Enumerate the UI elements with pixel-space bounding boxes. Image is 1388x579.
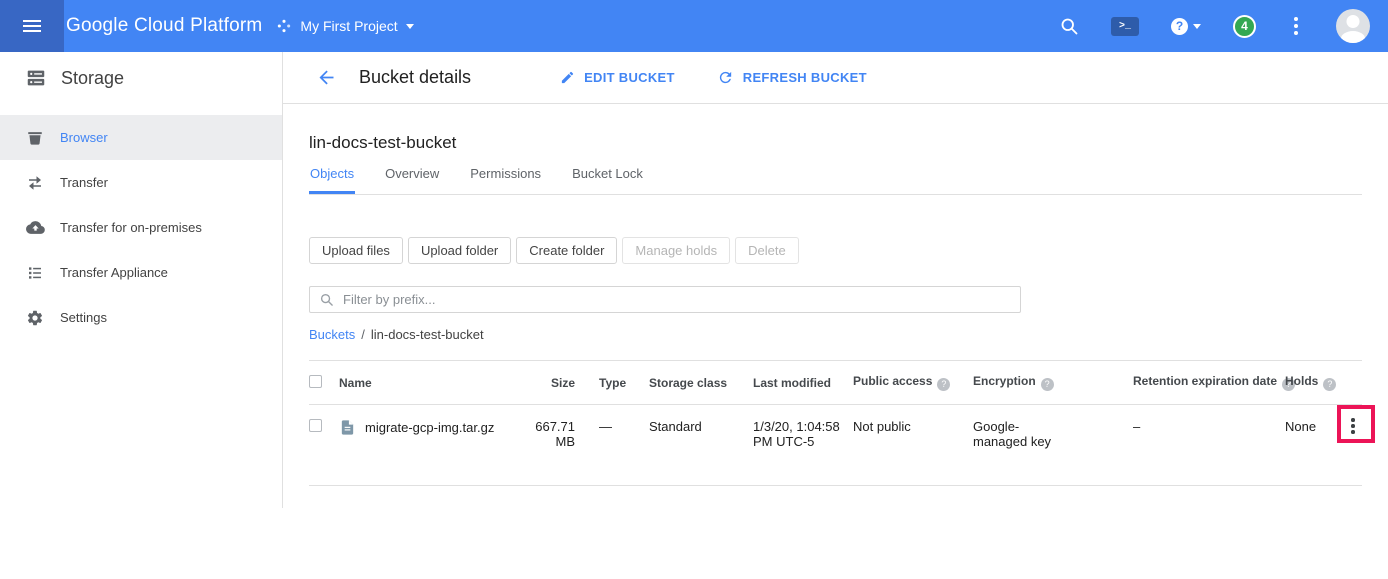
cloud-upload-icon xyxy=(25,218,45,237)
notifications-badge[interactable]: 4 xyxy=(1233,15,1256,38)
sidebar: Storage Browser Transfer xyxy=(0,52,283,508)
project-selector[interactable]: My First Project xyxy=(276,18,413,34)
top-bar: Google Cloud Platform My First Project 4 xyxy=(0,0,1388,52)
tab-permissions[interactable]: Permissions xyxy=(469,166,542,194)
bucket-name: lin-docs-test-bucket xyxy=(309,133,1362,153)
sidebar-item-browser[interactable]: Browser xyxy=(0,115,282,160)
sidebar-title: Storage xyxy=(61,68,124,89)
help-icon[interactable] xyxy=(1323,378,1336,391)
tab-overview[interactable]: Overview xyxy=(384,166,440,194)
sidebar-item-transfer-on-premises[interactable]: Transfer for on-premises xyxy=(0,205,282,250)
project-icon xyxy=(276,18,292,34)
refresh-icon xyxy=(717,69,734,86)
sidebar-header: Storage xyxy=(0,52,282,104)
breadcrumb-separator: / xyxy=(361,327,365,342)
chevron-down-icon xyxy=(406,24,414,29)
project-name: My First Project xyxy=(300,18,397,34)
sidebar-nav: Browser Transfer Transfer for on-premise… xyxy=(0,104,282,340)
search-icon xyxy=(319,292,334,307)
refresh-bucket-label: REFRESH BUCKET xyxy=(743,70,867,85)
help-icon xyxy=(1171,18,1188,35)
gear-icon xyxy=(25,309,45,327)
tab-bucket-lock[interactable]: Bucket Lock xyxy=(571,166,644,194)
edit-bucket-label: EDIT BUCKET xyxy=(584,70,675,85)
page-header: Bucket details EDIT BUCKET REFRESH BUCKE… xyxy=(283,52,1388,104)
breadcrumb-buckets-link[interactable]: Buckets xyxy=(309,327,355,342)
cell-retention: – xyxy=(1133,405,1285,434)
cell-type: — xyxy=(583,405,647,434)
more-options-button[interactable] xyxy=(1288,15,1304,37)
search-icon xyxy=(1059,16,1079,36)
column-header-last-modified: Last modified xyxy=(753,376,853,390)
table-header-row: Name Size Type Storage class Last modifi… xyxy=(309,361,1362,405)
help-icon[interactable] xyxy=(1041,378,1054,391)
cloud-shell-button[interactable] xyxy=(1111,17,1139,36)
refresh-bucket-button[interactable]: REFRESH BUCKET xyxy=(717,69,867,86)
tab-objects[interactable]: Objects xyxy=(309,166,355,194)
cell-public-access: Not public xyxy=(853,405,973,434)
object-name-link[interactable]: migrate-gcp-img.tar.gz xyxy=(365,420,494,435)
column-header-size: Size xyxy=(525,376,583,390)
file-icon xyxy=(339,419,356,436)
upload-folder-button[interactable]: Upload folder xyxy=(408,237,511,264)
sidebar-item-label: Browser xyxy=(60,130,108,145)
sidebar-item-transfer[interactable]: Transfer xyxy=(0,160,282,205)
filter-input[interactable] xyxy=(343,292,1011,307)
column-header-type: Type xyxy=(583,376,647,390)
main-panel: Bucket details EDIT BUCKET REFRESH BUCKE… xyxy=(283,52,1388,508)
hamburger-icon xyxy=(23,20,41,32)
help-icon[interactable] xyxy=(937,378,950,391)
arrow-back-icon xyxy=(316,67,337,88)
pencil-icon xyxy=(560,70,575,85)
cell-encryption: Google-managed key xyxy=(973,405,1133,449)
column-header-retention: Retention expiration date xyxy=(1133,374,1285,391)
topbar-actions: 4 xyxy=(1059,9,1388,43)
objects-table: Name Size Type Storage class Last modifi… xyxy=(309,360,1362,486)
manage-holds-button: Manage holds xyxy=(622,237,730,264)
sidebar-item-label: Settings xyxy=(60,310,107,325)
nav-menu-button[interactable] xyxy=(0,0,64,52)
column-header-holds: Holds xyxy=(1285,374,1341,391)
tab-bar: Objects Overview Permissions Bucket Lock xyxy=(309,166,1362,195)
sidebar-item-settings[interactable]: Settings xyxy=(0,295,282,340)
search-button[interactable] xyxy=(1059,16,1079,36)
chevron-down-icon xyxy=(1193,24,1201,29)
help-button[interactable] xyxy=(1171,18,1201,35)
bucket-icon xyxy=(25,129,45,147)
transfer-arrows-icon xyxy=(25,174,45,192)
column-header-public-access: Public access xyxy=(853,374,973,391)
upload-files-button[interactable]: Upload files xyxy=(309,237,403,264)
filter-box xyxy=(309,286,1021,313)
cell-holds: None xyxy=(1285,405,1341,434)
sidebar-item-label: Transfer Appliance xyxy=(60,265,168,280)
select-all-checkbox[interactable] xyxy=(309,375,322,388)
object-actions: Upload files Upload folder Create folder… xyxy=(309,237,1362,264)
column-header-name: Name xyxy=(339,376,525,390)
cell-last-modified: 1/3/20, 1:04:58 PM UTC-5 xyxy=(753,405,853,449)
sidebar-item-label: Transfer for on-premises xyxy=(60,220,202,235)
column-header-storage-class: Storage class xyxy=(647,376,753,390)
create-folder-button[interactable]: Create folder xyxy=(516,237,617,264)
gcp-console: Google Cloud Platform My First Project 4 xyxy=(0,0,1388,579)
edit-bucket-button[interactable]: EDIT BUCKET xyxy=(560,70,675,85)
breadcrumb: Buckets / lin-docs-test-bucket xyxy=(309,327,1362,342)
cloud-shell-icon xyxy=(1111,17,1139,36)
back-button[interactable] xyxy=(314,66,338,90)
cell-size: 667.71 MB xyxy=(525,405,583,449)
row-checkbox[interactable] xyxy=(309,419,322,432)
breadcrumb-current: lin-docs-test-bucket xyxy=(371,327,484,342)
sidebar-item-transfer-appliance[interactable]: Transfer Appliance xyxy=(0,250,282,295)
column-header-encryption: Encryption xyxy=(973,374,1133,391)
table-row: migrate-gcp-img.tar.gz 667.71 MB — Stand… xyxy=(309,405,1362,486)
delete-button: Delete xyxy=(735,237,799,264)
bucket-details-content: lin-docs-test-bucket Objects Overview Pe… xyxy=(283,133,1388,486)
storage-product-icon xyxy=(25,67,47,89)
page-title: Bucket details xyxy=(359,67,471,88)
sidebar-item-label: Transfer xyxy=(60,175,108,190)
appliance-list-icon xyxy=(25,264,45,282)
avatar[interactable] xyxy=(1336,9,1370,43)
brand-logo[interactable]: Google Cloud Platform xyxy=(66,15,262,37)
cell-storage-class: Standard xyxy=(647,405,753,434)
row-menu-button[interactable] xyxy=(1349,416,1357,436)
